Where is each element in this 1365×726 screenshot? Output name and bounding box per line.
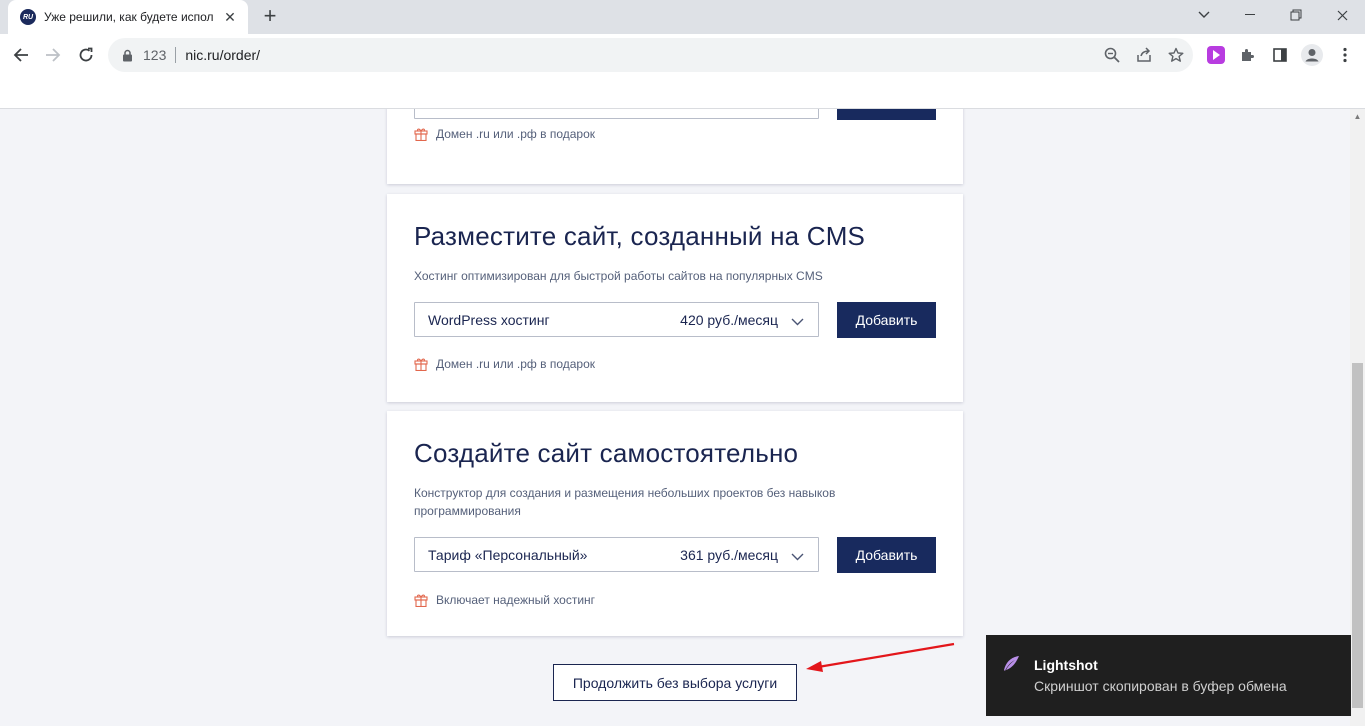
- forward-arrow-icon[interactable]: [40, 42, 66, 68]
- tab-strip: RU Уже решили, как будете испол ✕ +: [0, 0, 1365, 34]
- continue-without-service-button[interactable]: Продолжить без выбора услуги: [553, 664, 797, 701]
- address-bar[interactable]: 123 nic.ru/order/: [108, 38, 1193, 72]
- minimize-icon[interactable]: [1227, 0, 1273, 30]
- gift-note: Домен .ru или .рф в подарок: [414, 357, 595, 371]
- reload-icon[interactable]: [73, 42, 99, 68]
- service-card-hosting: Домен .ru или .рф в подарок: [387, 109, 963, 184]
- new-tab-icon[interactable]: +: [258, 5, 282, 29]
- browser-tab[interactable]: RU Уже решили, как будете испол ✕: [8, 0, 248, 34]
- tariff-price: 420 руб./месяц: [680, 311, 778, 328]
- extension-purple-icon[interactable]: [1204, 43, 1228, 67]
- browser-toolbar: 123 nic.ru/order/: [0, 34, 1365, 76]
- gift-text: Домен .ru или .рф в подарок: [436, 357, 596, 371]
- bookmark-star-icon[interactable]: [1165, 44, 1187, 66]
- scroll-up-arrow-icon[interactable]: ▲: [1353, 112, 1362, 121]
- gift-text: Домен .ru или .рф в подарок: [436, 127, 596, 141]
- service-card-cms: Разместите сайт, созданный на CMS Хостин…: [387, 194, 963, 402]
- tariff-name: WordPress хостинг: [428, 311, 550, 328]
- add-button-hidden[interactable]: [837, 109, 936, 120]
- restore-icon[interactable]: [1273, 0, 1319, 30]
- page-content: Домен .ru или .рф в подарок Разместите с…: [0, 109, 1350, 726]
- page-scrollbar[interactable]: ▲: [1350, 109, 1365, 726]
- chevron-down-icon: [791, 313, 804, 331]
- card-title: Разместите сайт, созданный на CMS: [414, 221, 866, 251]
- site-favicon-icon: RU: [20, 9, 36, 25]
- tab-title: Уже решили, как будете испол: [44, 10, 214, 24]
- profile-avatar-icon[interactable]: [1300, 43, 1324, 67]
- add-button[interactable]: Добавить: [837, 537, 936, 573]
- add-button[interactable]: Добавить: [837, 302, 936, 338]
- tariff-select-hidden[interactable]: [414, 109, 819, 119]
- close-window-icon[interactable]: [1319, 0, 1365, 30]
- lightshot-notification[interactable]: Lightshot Скриншот скопирован в буфер об…: [986, 635, 1351, 716]
- url-separator: [175, 47, 177, 63]
- url-prefix: 123: [143, 47, 167, 63]
- chrome-menu-icon[interactable]: [1333, 43, 1357, 67]
- gift-icon: [414, 127, 428, 141]
- tariff-select[interactable]: WordPress хостинг 420 руб./месяц: [414, 302, 819, 337]
- lock-icon[interactable]: [122, 49, 133, 62]
- card-title: Создайте сайт самостоятельно: [414, 438, 799, 468]
- url-text[interactable]: nic.ru/order/: [185, 47, 260, 63]
- lightshot-feather-icon: [1002, 655, 1020, 678]
- card-description: Конструктор для создания и размещения не…: [414, 486, 836, 518]
- share-icon[interactable]: [1133, 44, 1155, 66]
- gift-text: Включает надежный хостинг: [436, 593, 596, 607]
- scrollbar-thumb[interactable]: [1352, 363, 1363, 708]
- tariff-price: 361 руб./месяц: [680, 546, 778, 563]
- tariff-select[interactable]: Тариф «Персональный» 361 руб./месяц: [414, 537, 819, 572]
- tariff-name: Тариф «Персональный»: [428, 546, 588, 563]
- tab-search-icon[interactable]: [1181, 0, 1227, 30]
- close-tab-icon[interactable]: ✕: [222, 9, 238, 26]
- gift-note: Домен .ru или .рф в подарок: [414, 127, 595, 141]
- toast-message: Скриншот скопирован в буфер обмена: [1034, 678, 1287, 694]
- gift-note: Включает надежный хостинг: [414, 593, 595, 607]
- zoom-icon[interactable]: [1101, 44, 1123, 66]
- back-arrow-icon[interactable]: [8, 42, 34, 68]
- toast-title: Lightshot: [1034, 657, 1098, 673]
- extensions-puzzle-icon[interactable]: [1236, 43, 1260, 67]
- card-description: Хостинг оптимизирован для быстрой работы…: [414, 269, 823, 283]
- gift-icon: [414, 357, 428, 371]
- service-card-builder: Создайте сайт самостоятельно Конструктор…: [387, 411, 963, 636]
- side-panel-icon[interactable]: [1268, 43, 1292, 67]
- page-top-bar: [0, 76, 1365, 109]
- chevron-down-icon: [791, 548, 804, 566]
- gift-icon: [414, 593, 428, 607]
